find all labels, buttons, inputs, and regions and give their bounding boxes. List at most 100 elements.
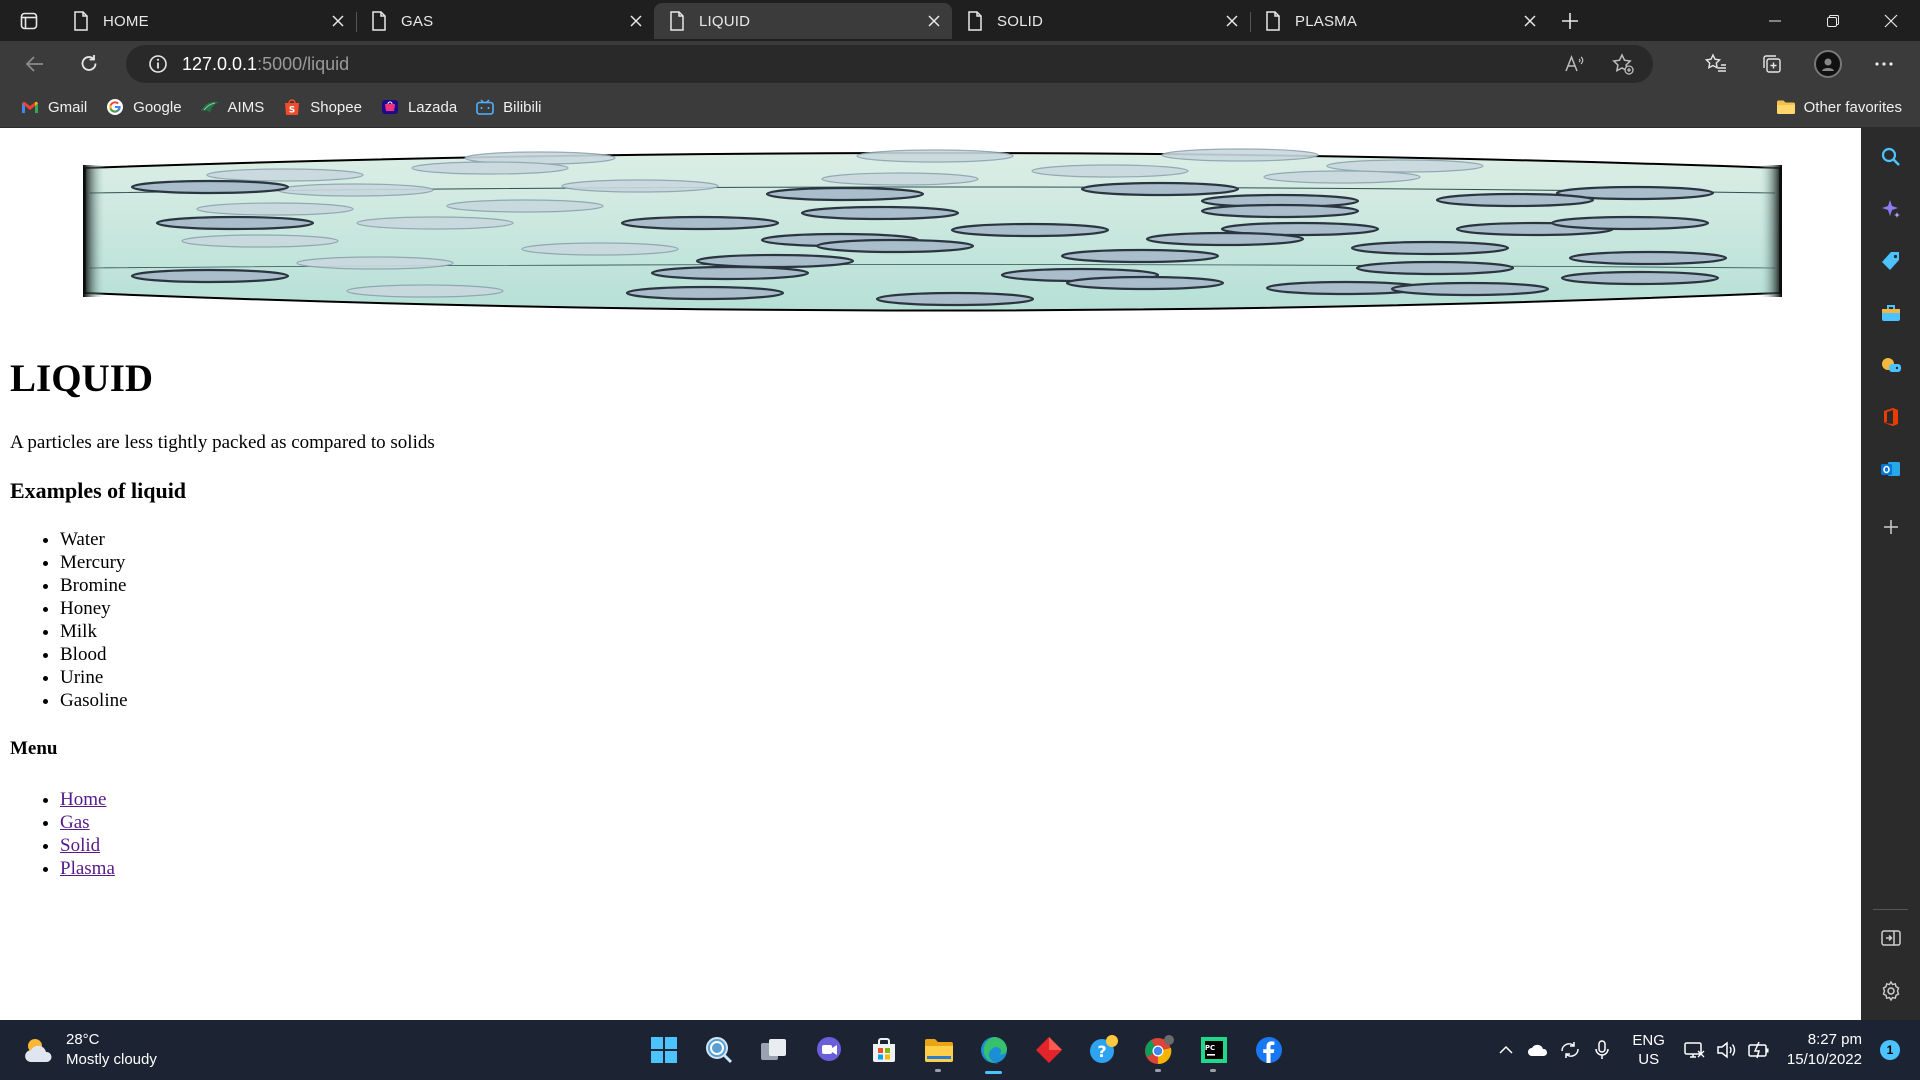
plus-icon <box>1562 12 1578 29</box>
close-icon[interactable] <box>1214 3 1250 39</box>
menu-list: Home Gas Solid Plasma <box>60 788 115 880</box>
tab-title: GAS <box>401 12 434 30</box>
facebook-button[interactable] <box>1241 1026 1296 1074</box>
system-tray: ENG US 8:27 pm 15/10/2022 1 <box>1490 1020 1920 1080</box>
red-app-button[interactable] <box>1021 1026 1076 1074</box>
tab-gas[interactable]: GAS <box>356 3 654 39</box>
profile-button[interactable] <box>1800 41 1856 87</box>
folder-icon <box>924 1039 953 1062</box>
teams-chat-button[interactable] <box>801 1026 856 1074</box>
sidebar-shopping-button[interactable] <box>1861 241 1920 281</box>
collections-button[interactable] <box>1744 41 1800 87</box>
more-icon <box>1875 62 1893 66</box>
sidebar-hide-button[interactable] <box>1861 918 1920 958</box>
weather-widget[interactable]: 28°C Mostly cloudy <box>22 1030 157 1070</box>
taskbar-search-button[interactable] <box>691 1026 746 1074</box>
office-icon <box>1883 408 1898 426</box>
onedrive-icon[interactable] <box>1522 1043 1554 1057</box>
read-aloud-button[interactable] <box>1551 45 1599 83</box>
favorite-gmail[interactable]: Gmail <box>12 92 95 122</box>
tab-liquid[interactable]: LIQUID <box>654 3 952 39</box>
minimize-button[interactable] <box>1746 0 1804 41</box>
chevron-up-icon <box>1499 1045 1513 1054</box>
close-window-button[interactable] <box>1862 0 1920 41</box>
list-item: Milk <box>60 620 128 643</box>
favorite-lazada[interactable]: Lazada <box>372 92 465 122</box>
close-icon[interactable] <box>618 3 654 39</box>
restore-button[interactable] <box>1804 0 1862 41</box>
sidebar-add-button[interactable] <box>1861 507 1920 547</box>
volume-icon[interactable] <box>1711 1041 1743 1059</box>
menu-link-gas[interactable]: Gas <box>60 812 90 833</box>
favorite-label: Lazada <box>407 98 458 116</box>
task-view-button[interactable] <box>746 1026 801 1074</box>
sidebar-outlook-button[interactable] <box>1861 449 1920 489</box>
web-page: LIQUID A particles are less tightly pack… <box>0 128 1861 1020</box>
favorites-button[interactable] <box>1688 41 1744 87</box>
microsoft-store-button[interactable] <box>856 1026 911 1074</box>
list-item: Gasoline <box>60 689 128 712</box>
page-title: LIQUID <box>10 357 154 400</box>
close-icon[interactable] <box>320 3 356 39</box>
favorites-icon <box>1705 53 1726 72</box>
sparkle-icon <box>1881 200 1900 218</box>
chrome-button[interactable] <box>1131 1026 1186 1074</box>
help-icon: ? <box>1089 1035 1118 1063</box>
sidebar-discover-button[interactable] <box>1861 189 1920 229</box>
shopee-icon: S <box>282 97 302 117</box>
tab-actions-icon[interactable] <box>0 0 58 41</box>
hide-sidebar-icon <box>1880 930 1901 946</box>
refresh-button[interactable] <box>62 41 116 87</box>
close-icon[interactable] <box>916 3 952 39</box>
edge-browser-button[interactable] <box>966 1026 1021 1074</box>
sidebar-settings-button[interactable] <box>1861 971 1920 1011</box>
file-explorer-button[interactable] <box>911 1026 966 1074</box>
menu-link-plasma[interactable]: Plasma <box>60 858 115 879</box>
favorite-label: Shopee <box>310 98 362 116</box>
restore-icon <box>1827 14 1839 27</box>
favorite-google[interactable]: Google <box>97 92 189 122</box>
sidebar-games-button[interactable] <box>1861 345 1920 385</box>
tab-title: SOLID <box>997 12 1044 30</box>
favorite-shopee[interactable]: S Shopee <box>274 92 370 122</box>
network-icon[interactable] <box>1679 1041 1711 1059</box>
sync-icon[interactable] <box>1554 1040 1586 1060</box>
weather-temperature: 28°C <box>66 1031 100 1048</box>
address-bar[interactable]: 127.0.0.1:5000/liquid <box>126 45 1653 83</box>
pycharm-button[interactable]: PC <box>1186 1026 1241 1074</box>
sidebar-search-button[interactable] <box>1861 137 1920 177</box>
avatar <box>1814 50 1842 78</box>
tab-plasma[interactable]: PLASMA <box>1250 3 1548 39</box>
sidebar-tools-button[interactable] <box>1861 293 1920 333</box>
microphone-icon[interactable] <box>1586 1040 1618 1060</box>
menu-link-home[interactable]: Home <box>60 789 106 810</box>
get-help-button[interactable]: ? <box>1076 1026 1131 1074</box>
close-icon[interactable] <box>1512 3 1548 39</box>
aims-icon <box>200 97 220 117</box>
settings-more-button[interactable] <box>1856 41 1912 87</box>
site-info-icon[interactable] <box>134 54 182 74</box>
favorite-aims[interactable]: AIMS <box>192 92 273 122</box>
taskbar-apps: ? PC <box>636 1026 1296 1074</box>
tab-solid[interactable]: SOLID <box>952 3 1250 39</box>
start-button[interactable] <box>636 1026 691 1074</box>
menu-heading: Menu <box>10 738 58 759</box>
notification-badge[interactable]: 1 <box>1880 1040 1900 1060</box>
new-tab-button[interactable] <box>1548 0 1592 41</box>
other-favorites-folder[interactable]: Other favorites <box>1768 92 1910 122</box>
menu-link-solid[interactable]: Solid <box>60 835 100 856</box>
favorite-bilibili[interactable]: Bilibili <box>467 92 549 122</box>
show-hidden-icons-button[interactable] <box>1490 1045 1522 1055</box>
lazada-icon <box>380 97 400 117</box>
battery-icon[interactable] <box>1743 1041 1775 1059</box>
add-favorite-button[interactable] <box>1599 45 1647 83</box>
gear-icon <box>1882 980 1899 1002</box>
language-indicator[interactable]: ENG US <box>1632 1031 1665 1069</box>
plus-icon <box>1883 520 1898 534</box>
language-code: ENG <box>1632 1032 1665 1049</box>
examples-heading: Examples of liquid <box>10 478 187 503</box>
tab-home[interactable]: HOME <box>58 3 356 39</box>
sidebar-office-button[interactable] <box>1861 397 1920 437</box>
back-button[interactable] <box>8 41 62 87</box>
clock[interactable]: 8:27 pm 15/10/2022 <box>1787 1030 1862 1070</box>
